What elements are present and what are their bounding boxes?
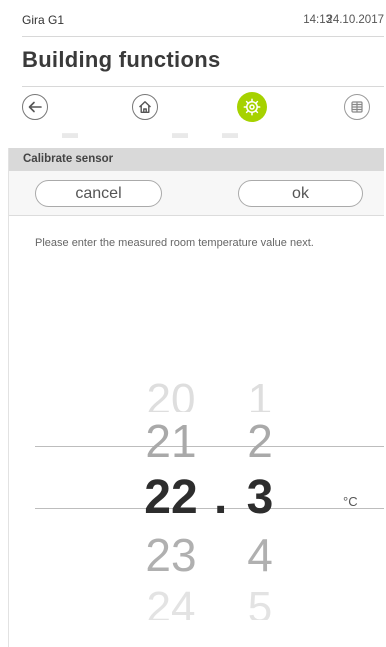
decimal-option[interactable]: 5 — [238, 586, 282, 620]
settings-gear-icon — [243, 98, 261, 116]
dialog-button-row: cancel ok — [9, 171, 384, 216]
background-tiles-hint: ▬ ▬ ▬ — [62, 131, 238, 142]
back-button[interactable] — [22, 94, 48, 120]
integer-option[interactable]: 24 — [131, 586, 211, 620]
navigation-bar — [22, 86, 384, 131]
selected-integer[interactable]: 22 — [131, 474, 211, 522]
instruction-text: Please enter the measured room temperatu… — [35, 237, 314, 249]
integer-option[interactable]: 21 — [131, 418, 211, 464]
tile-grid-icon — [351, 101, 363, 113]
tiles-button[interactable] — [344, 94, 370, 120]
settings-button[interactable] — [237, 92, 267, 122]
ok-button[interactable]: ok — [238, 180, 363, 207]
device-screen: Gira G1 14:13 24.10.2017 Building functi… — [0, 0, 386, 647]
dialog-header: Calibrate sensor — [9, 148, 384, 171]
home-button[interactable] — [132, 94, 158, 120]
decimal-option[interactable]: 4 — [238, 532, 282, 578]
home-icon — [139, 101, 151, 113]
calibrate-dialog: Calibrate sensor cancel ok Please enter … — [8, 148, 384, 647]
integer-option[interactable]: 23 — [131, 532, 211, 578]
cancel-button[interactable]: cancel — [35, 180, 162, 207]
selected-decimal[interactable]: 3 — [238, 474, 282, 522]
decimal-separator: . — [214, 471, 228, 524]
decimal-option[interactable]: 2 — [238, 418, 282, 464]
back-arrow-icon — [28, 101, 42, 113]
dialog-title: Calibrate sensor — [23, 153, 114, 165]
page-title: Building functions — [22, 47, 221, 72]
status-bar: Gira G1 14:13 24.10.2017 — [22, 0, 384, 37]
integer-option[interactable]: 20 — [131, 376, 211, 413]
decimal-option[interactable]: 1 — [238, 376, 282, 413]
clock-date: 24.10.2017 — [326, 14, 384, 26]
unit-label: °C — [343, 494, 358, 509]
device-name: Gira G1 — [22, 13, 65, 27]
temperature-picker[interactable]: 20 1 21 2 22 . 3 °C 23 4 24 5 — [9, 376, 384, 621]
